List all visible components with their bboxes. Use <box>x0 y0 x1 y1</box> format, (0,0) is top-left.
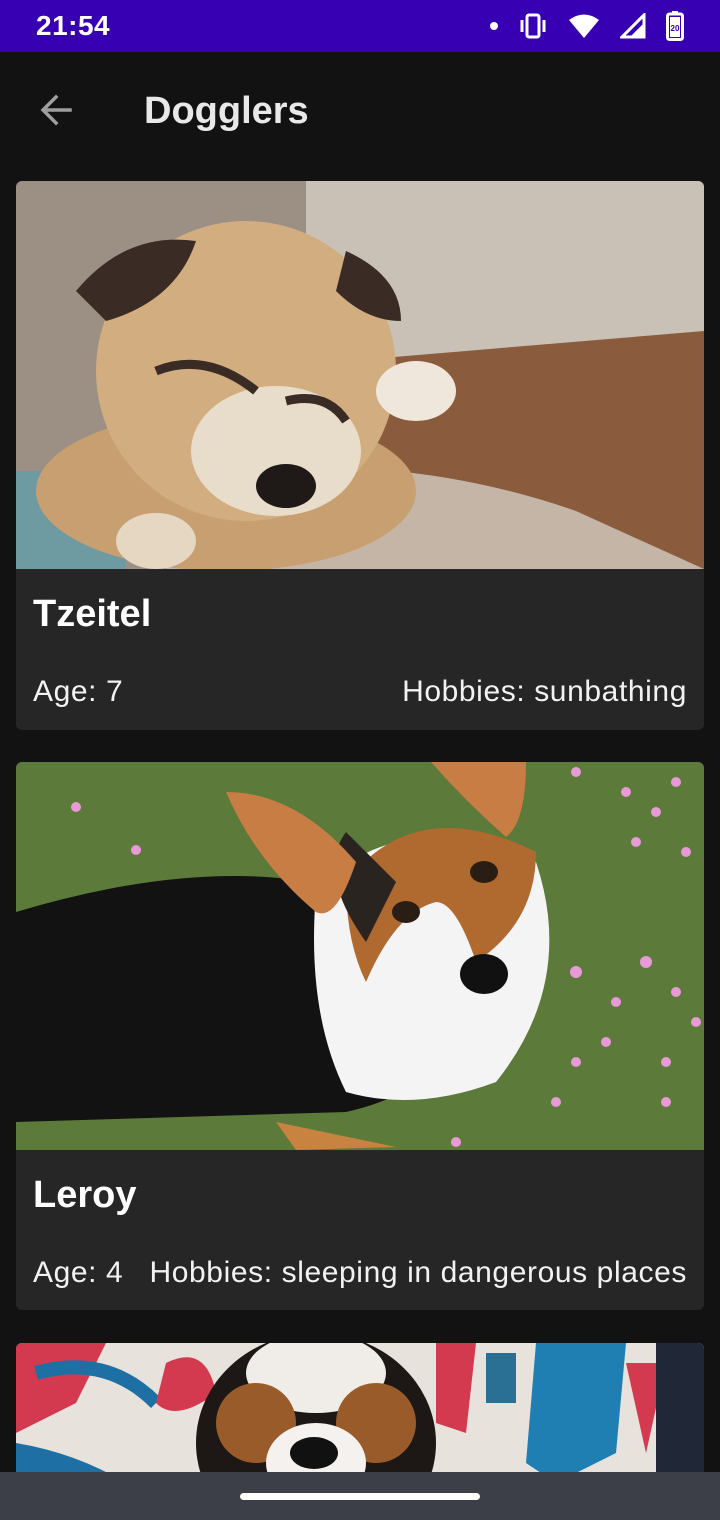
status-icons: 20 <box>490 11 684 41</box>
dog-hobbies: Hobbies: sunbathing <box>402 675 687 708</box>
dog-card[interactable]: Leroy Age: 4 Hobbies: sleeping in danger… <box>16 762 704 1310</box>
dog-age: Age: 4 <box>33 1256 124 1289</box>
vibrate-icon <box>518 13 548 39</box>
dog-photo <box>16 1343 704 1483</box>
status-time: 21:54 <box>36 10 111 41</box>
dog-hobbies: Hobbies: sleeping in dangerous places <box>149 1256 687 1289</box>
notification-dot-icon <box>490 22 498 30</box>
home-gesture-handle[interactable] <box>240 1493 480 1500</box>
battery-icon: 20 <box>666 11 684 41</box>
navigation-bar <box>0 1472 720 1520</box>
back-button[interactable] <box>24 80 88 144</box>
app-bar: Dogglers <box>0 52 720 170</box>
dog-name: Leroy <box>33 1174 137 1216</box>
dog-photo <box>16 181 704 569</box>
dog-card[interactable] <box>16 1343 704 1483</box>
wifi-icon <box>568 13 600 39</box>
svg-text:20: 20 <box>671 24 680 33</box>
dog-age: Age: 7 <box>33 675 124 708</box>
arrow-back-icon <box>38 92 74 133</box>
status-bar: 21:54 20 <box>0 0 720 52</box>
dog-photo <box>16 762 704 1150</box>
dog-name: Tzeitel <box>33 593 152 635</box>
page-title: Dogglers <box>144 90 309 132</box>
signal-icon <box>620 13 646 39</box>
dog-card[interactable]: Tzeitel Age: 7 Hobbies: sunbathing <box>16 181 704 730</box>
